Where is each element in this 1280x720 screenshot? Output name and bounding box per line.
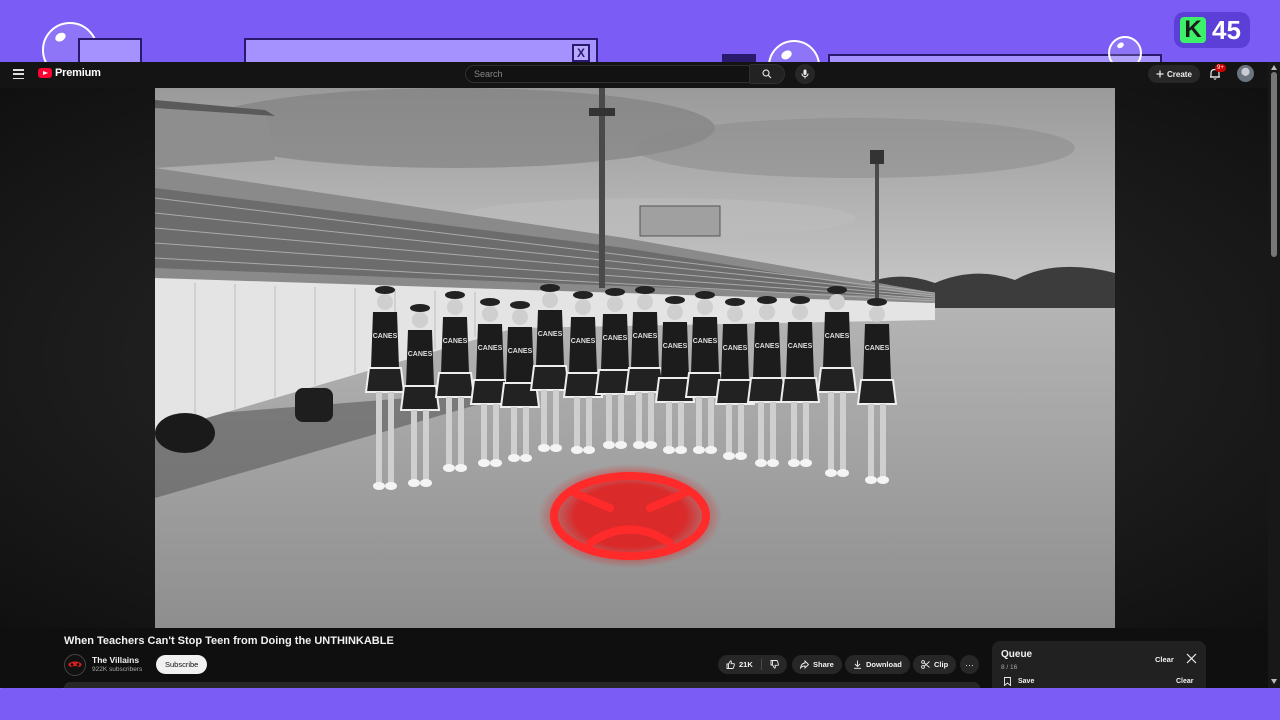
share-label: Share	[813, 660, 834, 669]
more-actions-button[interactable]: ···	[960, 655, 979, 674]
jersey-text: CANES	[825, 333, 850, 340]
dislike-button[interactable]	[762, 655, 787, 674]
plus-icon	[1156, 70, 1164, 78]
jersey-text: CANES	[443, 338, 468, 345]
youtube-play-icon	[38, 68, 52, 78]
thumbs-down-icon	[770, 660, 779, 669]
search-bar	[465, 64, 815, 84]
youtube-logo[interactable]: Premium	[38, 67, 101, 79]
create-label: Create	[1167, 69, 1192, 79]
jersey-text: CANES	[723, 345, 748, 352]
search-button[interactable]	[750, 64, 785, 84]
overlay-frame-top	[0, 0, 1280, 62]
jersey-text: CANES	[633, 333, 658, 340]
close-icon: X	[572, 44, 590, 62]
bookmark-icon[interactable]	[1004, 677, 1011, 686]
jersey-text: CANES	[508, 348, 533, 355]
download-button[interactable]: Download	[845, 655, 910, 674]
jersey-text: CANES	[788, 343, 813, 350]
overlay-frame-bottom	[0, 688, 1280, 720]
channel-name[interactable]: The Villains	[92, 655, 139, 665]
page-scrollbar[interactable]	[1268, 62, 1280, 688]
youtube-window: Premium Create 9+	[0, 62, 1280, 688]
video-title: When Teachers Can't Stop Teen from Doing…	[64, 635, 394, 647]
voice-search-button[interactable]	[795, 64, 815, 84]
jersey-text: CANES	[865, 345, 890, 352]
clip-button[interactable]: Clip	[913, 655, 957, 674]
download-icon	[854, 660, 861, 669]
queue-save-button[interactable]: Save	[1018, 678, 1034, 685]
villain-mask-icon	[68, 661, 82, 667]
scroll-down-arrow-icon[interactable]	[1271, 679, 1277, 684]
jersey-text: CANES	[373, 333, 398, 340]
logo-text: Premium	[55, 67, 101, 79]
search-input[interactable]	[465, 65, 750, 83]
download-label: Download	[866, 660, 902, 669]
angry-face-icon	[538, 464, 722, 568]
scrollbar-thumb[interactable]	[1271, 72, 1277, 257]
menu-icon[interactable]	[13, 69, 24, 79]
jersey-text: CANES	[755, 343, 780, 350]
queue-title: Queue	[1001, 649, 1033, 660]
thumbs-up-icon	[726, 660, 735, 669]
share-button[interactable]: Share	[792, 655, 842, 674]
scissors-icon	[921, 660, 930, 669]
jersey-text: CANES	[478, 345, 503, 352]
video-player[interactable]: CANES CANES CANES CANES CANES CANES CANES CANES…	[155, 88, 1115, 628]
jersey-text: CANES	[603, 335, 628, 342]
share-wrapper: Share	[792, 655, 842, 674]
viewer-counter-badge: K 45	[1174, 12, 1250, 48]
download-wrapper: Download	[845, 655, 910, 674]
jersey-text: CANES	[663, 343, 688, 350]
video-frame: CANES CANES CANES CANES CANES CANES CANES CANES…	[155, 88, 1115, 628]
microphone-icon	[801, 69, 809, 79]
viewer-count: 45	[1212, 14, 1241, 45]
clip-label: Clip	[934, 660, 949, 669]
share-icon	[800, 660, 809, 669]
search-icon	[762, 69, 772, 79]
jersey-text: CANES	[571, 338, 596, 345]
clip-wrapper: Clip	[913, 655, 957, 674]
scroll-up-arrow-icon[interactable]	[1271, 65, 1277, 70]
like-count: 21K	[739, 660, 753, 669]
jersey-text: CANES	[538, 331, 563, 338]
queue-position: 8 / 16	[1001, 664, 1018, 671]
jersey-text: CANES	[408, 351, 433, 358]
notification-badge: 9+	[1215, 64, 1226, 72]
queue-panel: Queue 8 / 16 Clear Save Clear	[992, 641, 1206, 688]
jersey-text: CANES	[693, 338, 718, 345]
close-icon[interactable]	[1186, 653, 1197, 664]
like-dislike-group: 21K	[718, 655, 787, 674]
subscribe-button[interactable]: Subscribe	[156, 655, 208, 674]
kick-logo-icon: K	[1180, 17, 1206, 43]
queue-clear-button[interactable]: Clear	[1155, 655, 1174, 664]
queue-clear-secondary-button[interactable]: Clear	[1176, 678, 1194, 685]
channel-avatar[interactable]	[64, 654, 86, 676]
create-button[interactable]: Create	[1148, 65, 1200, 83]
account-avatar[interactable]	[1237, 65, 1254, 82]
subscriber-count: 922K subscribers	[92, 666, 143, 673]
description-box[interactable]	[64, 682, 980, 688]
like-button[interactable]: 21K	[718, 655, 761, 674]
top-bar: Premium Create 9+	[0, 62, 1268, 88]
